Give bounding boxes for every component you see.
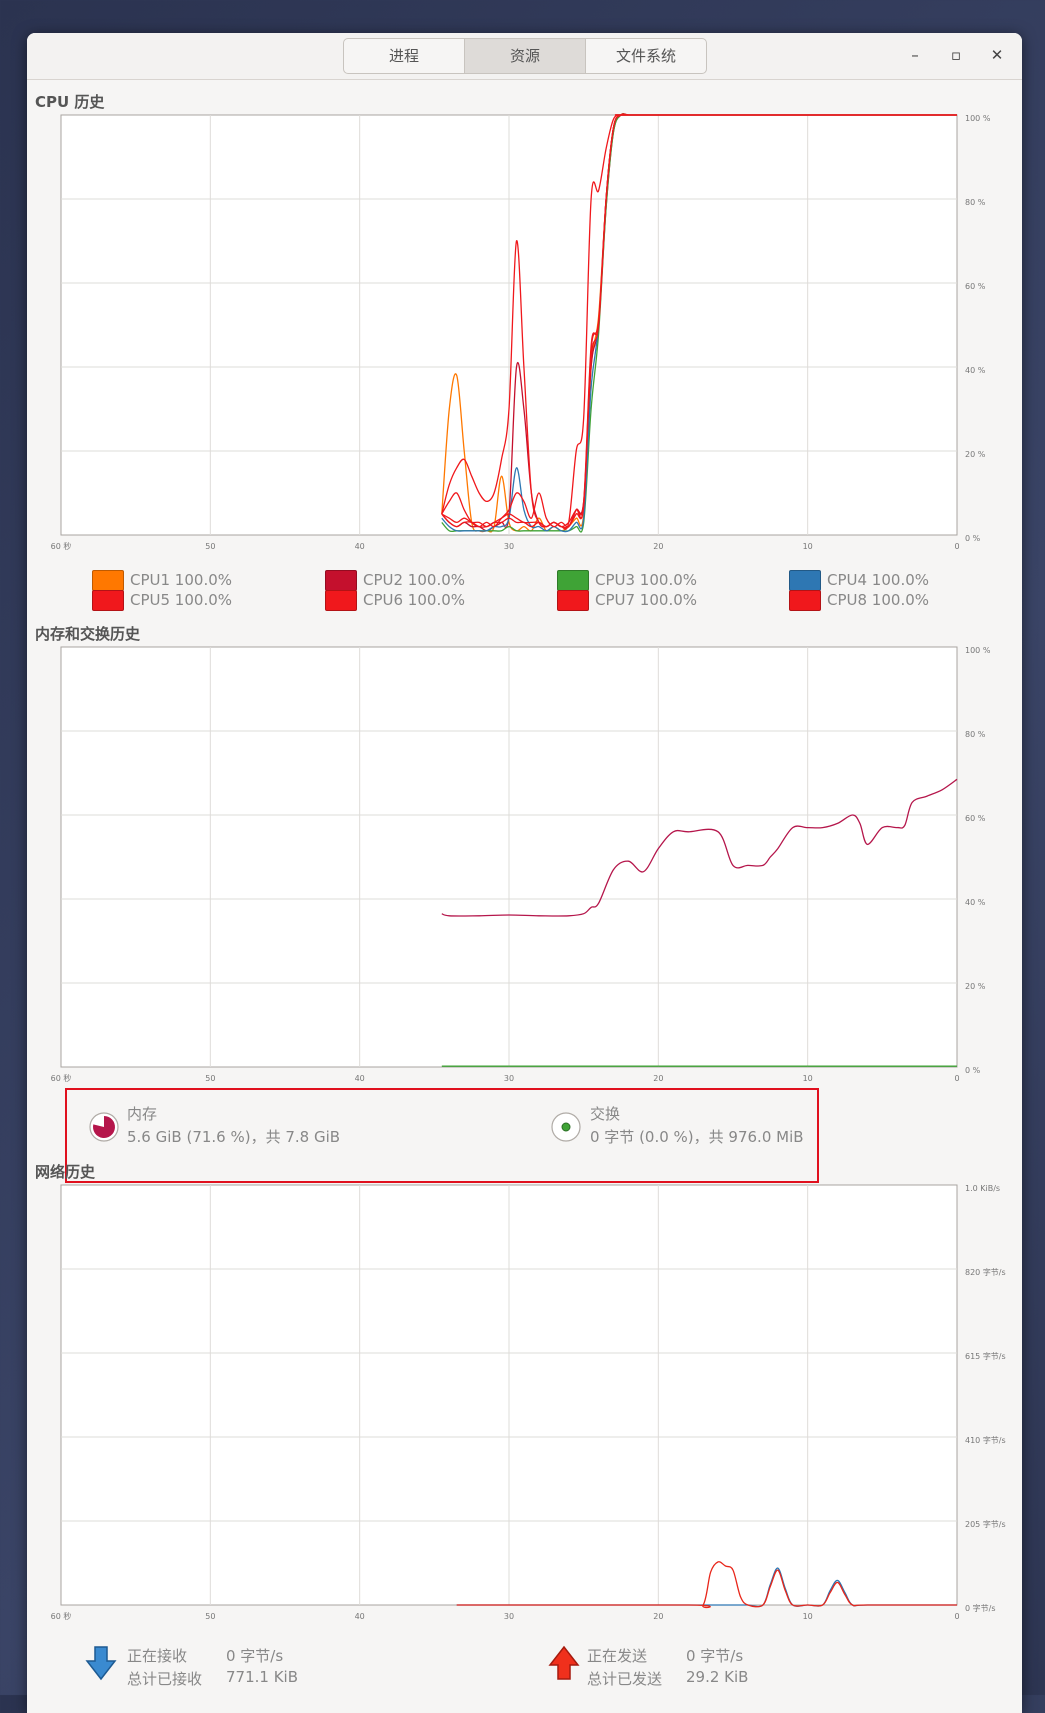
total-received-label: 总计已接收 [127,1670,203,1688]
system-monitor-window: 进程 资源 文件系统 – ▫ ✕ CPU 历史 60 秒 50 40 30 20 10 0 1… [27,33,1022,1713]
cpu-x-tick-label: 30 [504,542,514,551]
sending-rate: 0 字节/s [686,1647,744,1665]
cpu5-label: CPU5 100.0% [130,591,233,609]
cpu-section-title: CPU 历史 [35,93,105,111]
memory-y-tick-label: 80 % [965,730,986,739]
network-x-tick-label: 10 [803,1612,813,1621]
download-arrow-icon [85,1646,117,1681]
cpu-x-tick-label: 50 [205,542,215,551]
memory-x-tick-label: 20 [653,1074,663,1083]
network-x-tick-label: 20 [653,1612,663,1621]
memory-x-tick-label: 0 [954,1074,959,1083]
network-y-tick-label: 820 字节/s [965,1267,1006,1277]
network-x-tick-label: 30 [504,1612,514,1621]
cpu-x-tick-label: 10 [803,542,813,551]
network-history-chart: 60 秒 50 40 30 20 10 0 1.0 KiB/s 820 字节/s 615 字节/s… [51,1184,1006,1621]
network-y-tick-label: 1.0 KiB/s [965,1184,1000,1193]
cpu8-color-swatch[interactable] [789,590,821,611]
memory-y-tick-label: 0 % [965,1066,981,1075]
cpu-history-chart: 60 秒 50 40 30 20 10 0 100 % 80 % 60 % 40 % 20 % 0 % [51,113,991,551]
cpu-x-tick-label: 40 [355,542,365,551]
upload-arrow-icon [548,1645,580,1680]
network-x-tick-label: 40 [355,1612,365,1621]
swap-pie-icon[interactable] [550,1111,582,1143]
total-received-value: 771.1 KiB [226,1668,299,1686]
network-y-tick-label: 0 字节/s [965,1603,996,1613]
cpu1-label: CPU1 100.0% [130,571,233,589]
network-section-title: 网络历史 [35,1163,96,1181]
close-button[interactable]: ✕ [986,44,1008,66]
cpu4-color-swatch[interactable] [789,570,821,591]
cpu6-label: CPU6 100.0% [363,591,466,609]
cpu1-color-swatch[interactable] [92,570,124,591]
memory-x-tick-label: 50 [205,1074,215,1083]
maximize-button[interactable]: ▫ [945,44,967,66]
cpu4-label: CPU4 100.0% [827,571,930,589]
memory-x-tick-label: 30 [504,1074,514,1083]
view-switcher: 进程 资源 文件系统 [343,38,707,74]
network-y-tick-label: 615 字节/s [965,1351,1006,1361]
cpu6-color-swatch[interactable] [325,590,357,611]
cpu2-label: CPU2 100.0% [363,571,466,589]
cpu-y-tick-label: 0 % [965,534,981,543]
sending-label: 正在发送 [587,1647,648,1665]
memory-y-tick-label: 20 % [965,982,986,991]
network-y-tick-label: 205 字节/s [965,1519,1006,1529]
cpu5-color-swatch[interactable] [92,590,124,611]
memory-pie-icon[interactable] [88,1111,120,1143]
memory-x-tick-label: 10 [803,1074,813,1083]
swap-label: 交换 [590,1105,621,1123]
cpu-y-tick-label: 80 % [965,198,986,207]
cpu3-color-swatch[interactable] [557,570,589,591]
memory-value: 5.6 GiB (71.6 %)，共 7.8 GiB [127,1128,341,1146]
memory-x-tick-label: 40 [355,1074,365,1083]
total-sent-label: 总计已发送 [587,1670,663,1688]
cpu-y-tick-label: 60 % [965,282,986,291]
cpu3-label: CPU3 100.0% [595,571,698,589]
cpu-x-tick-label: 20 [653,542,663,551]
cpu-x-tick-label: 0 [954,542,959,551]
header-bar: 进程 资源 文件系统 – ▫ ✕ [27,33,1022,80]
cpu7-color-swatch[interactable] [557,590,589,611]
memory-label: 内存 [127,1105,158,1123]
memory-y-tick-label: 100 % [965,646,991,655]
network-x-tick-label: 0 [954,1612,959,1621]
tab-filesystems[interactable]: 文件系统 [586,39,706,73]
cpu8-label: CPU8 100.0% [827,591,930,609]
swap-value: 0 字节 (0.0 %)，共 976.0 MiB [590,1128,804,1146]
memory-y-tick-label: 40 % [965,898,986,907]
cpu7-label: CPU7 100.0% [595,591,698,609]
cpu2-color-swatch[interactable] [325,570,357,591]
memory-history-chart: 60 秒 50 40 30 20 10 0 100 % 80 % 60 % 40 % 20 % 0 % [51,646,991,1083]
receiving-label: 正在接收 [127,1647,188,1665]
cpu-y-tick-label: 40 % [965,366,986,375]
tab-resources[interactable]: 资源 [465,39,586,73]
cpu-x-tick-label: 60 秒 [51,541,72,551]
tab-processes[interactable]: 进程 [344,39,465,73]
receiving-rate: 0 字节/s [226,1647,284,1665]
memory-x-tick-label: 60 秒 [51,1073,72,1083]
total-sent-value: 29.2 KiB [686,1668,749,1686]
memory-section-title: 内存和交换历史 [35,625,141,643]
network-x-tick-label: 50 [205,1612,215,1621]
network-x-tick-label: 60 秒 [51,1611,72,1621]
network-y-tick-label: 410 字节/s [965,1435,1006,1445]
cpu-y-tick-label: 100 % [965,114,991,123]
memory-y-tick-label: 60 % [965,814,986,823]
minimize-button[interactable]: – [904,44,926,66]
cpu-y-tick-label: 20 % [965,450,986,459]
